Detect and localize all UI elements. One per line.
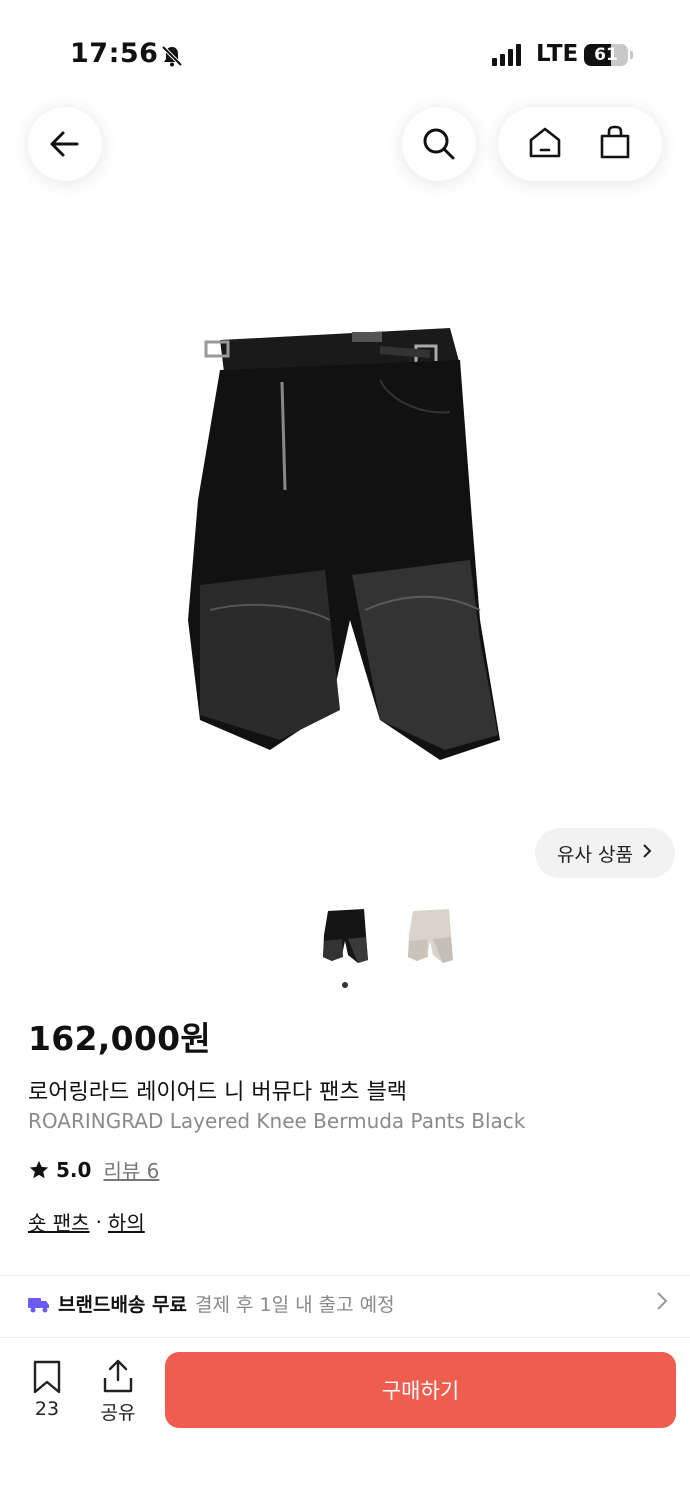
silent-bell-icon [161, 45, 183, 67]
cart-button[interactable] [597, 124, 633, 164]
shopping-bag-icon [600, 125, 630, 159]
nav-actions [498, 107, 662, 181]
category-breadcrumb: 숏 팬츠 · 하의 [28, 1207, 145, 1236]
home-button[interactable] [527, 124, 563, 164]
bookmark-button[interactable]: 23 [30, 1360, 64, 1420]
share-button[interactable]: 공유 [100, 1358, 136, 1425]
category-separator: · [95, 1209, 102, 1234]
similar-products-label: 유사 상품 [557, 843, 633, 866]
category-link-bottoms[interactable]: 하의 [108, 1207, 145, 1236]
product-name-english: ROARINGRAD Layered Knee Bermuda Pants Bl… [28, 1109, 526, 1133]
star-icon [29, 1160, 49, 1178]
gallery-page-indicator [342, 982, 348, 988]
rating-score: 5.0 [56, 1157, 92, 1182]
bookmark-icon [33, 1360, 61, 1394]
network-label: LTE [536, 41, 579, 67]
rating-row: 5.0 리뷰 6 [28, 1155, 159, 1184]
review-link[interactable]: 리뷰 6 [103, 1155, 159, 1184]
battery-cap [630, 51, 633, 59]
delivery-row[interactable]: 브랜드배송 무료 결제 후 1일 내 출고 예정 [28, 1290, 668, 1317]
back-button[interactable] [28, 107, 102, 181]
status-time: 17:56 [70, 38, 159, 69]
delivery-detail: 결제 후 1일 내 출고 예정 [194, 1294, 395, 1316]
product-image[interactable] [180, 320, 520, 790]
search-icon [423, 128, 455, 160]
chevron-right-icon [641, 842, 653, 864]
divider [0, 1275, 690, 1276]
signal-icon [492, 44, 521, 66]
thumbnail-beige[interactable] [405, 905, 455, 967]
share-label: 공유 [100, 1402, 136, 1424]
thumbnail-black[interactable] [320, 905, 370, 967]
back-arrow-icon [50, 131, 79, 157]
battery-icon: 61 [584, 44, 628, 66]
product-price: 162,000원 [28, 1019, 212, 1058]
battery-level: 61 [594, 45, 618, 65]
product-name-korean: 로어링라드 레이어드 니 버뮤다 팬츠 블랙 [28, 1080, 408, 1105]
home-icon [529, 127, 561, 158]
bookmark-count: 23 [34, 1398, 60, 1420]
category-link-shorts[interactable]: 숏 팬츠 [28, 1207, 90, 1236]
similar-products-button[interactable]: 유사 상품 [535, 828, 675, 878]
buy-button[interactable]: 구매하기 [165, 1352, 676, 1428]
delivery-label: 브랜드배송 무료 [58, 1294, 187, 1316]
truck-icon [28, 1297, 49, 1312]
share-icon [103, 1359, 133, 1393]
chevron-right-icon [656, 1291, 668, 1316]
search-button[interactable] [402, 107, 476, 181]
